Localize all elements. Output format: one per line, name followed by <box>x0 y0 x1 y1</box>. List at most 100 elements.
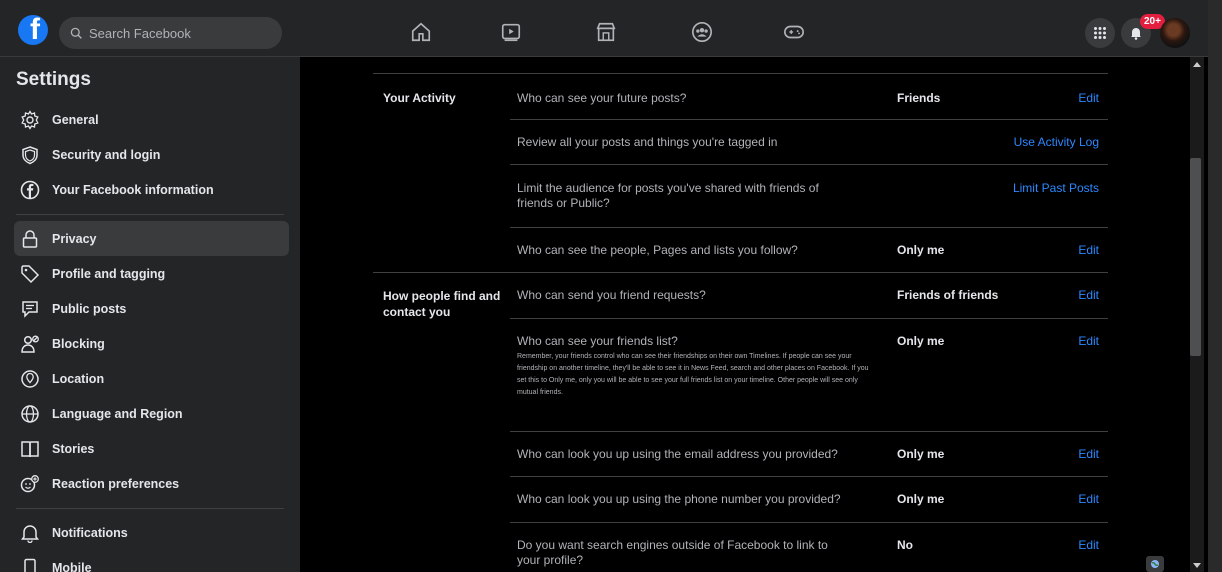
limit-past-posts-link[interactable]: Limit Past Posts <box>1013 181 1099 195</box>
setting-note: Remember, your friends control who can s… <box>517 353 869 396</box>
sidebar-divider <box>16 214 284 215</box>
edit-button[interactable]: Edit <box>1078 492 1099 506</box>
setting-value: Only me <box>897 447 945 461</box>
sidebar-item-label: Security and login <box>52 147 161 162</box>
setting-question: Who can see your future posts? <box>517 91 687 105</box>
setting-question: Who can send you friend requests? <box>517 288 706 302</box>
facebook-logo-letter: f <box>30 15 40 45</box>
setting-question-text: Who can see your friends list? <box>517 334 678 348</box>
sidebar-item-privacy[interactable]: Privacy <box>14 221 289 256</box>
sidebar-item-your-facebook-information[interactable]: Your Facebook information <box>14 172 289 207</box>
setting-question: Who can look you up using the phone numb… <box>517 492 841 506</box>
use-activity-log-link[interactable]: Use Activity Log <box>1014 135 1099 149</box>
sidebar-item-label: Your Facebook information <box>52 182 214 197</box>
sidebar-item-location[interactable]: Location <box>14 361 289 396</box>
mobile-icon <box>24 558 36 572</box>
tag-icon <box>21 264 40 283</box>
edit-button[interactable]: Edit <box>1078 447 1099 461</box>
row-divider <box>510 164 1108 165</box>
shield-icon <box>22 145 38 164</box>
sidebar-item-stories[interactable]: Stories <box>14 431 289 466</box>
facebook-icon <box>20 180 40 199</box>
edit-button[interactable]: Edit <box>1078 288 1099 302</box>
sidebar-item-label: General <box>52 112 99 127</box>
section-divider <box>373 73 1108 74</box>
section-title-find-and-contact: How people find and contact you <box>383 289 501 319</box>
sidebar-item-notifications[interactable]: Notifications <box>14 515 289 550</box>
public-posts-icon <box>22 300 38 318</box>
setting-question: Who can see the people, Pages and lists … <box>517 243 798 257</box>
privacy-settings-panel: Your Activity Who can see your future po… <box>300 57 1190 572</box>
sidebar-item-profile-and-tagging[interactable]: Profile and tagging <box>14 256 289 291</box>
scrollbar-thumb[interactable] <box>1190 158 1201 356</box>
setting-value: Friends of friends <box>897 288 999 302</box>
avatar[interactable] <box>1160 18 1190 48</box>
scroll-down-arrow-icon[interactable] <box>1193 563 1201 568</box>
sidebar-item-language-and-region[interactable]: Language and Region <box>14 396 289 431</box>
menu-grid-button[interactable] <box>1085 18 1115 48</box>
watch-icon[interactable] <box>499 21 523 43</box>
row-divider <box>510 318 1108 319</box>
sidebar-item-label: Stories <box>52 441 95 456</box>
sidebar-item-label: Location <box>52 371 105 386</box>
top-navigation-bar: f 20+ <box>0 0 1222 57</box>
sidebar-item-label: Mobile <box>52 560 92 572</box>
row-divider <box>510 522 1108 523</box>
edit-button[interactable]: Edit <box>1078 91 1099 105</box>
globe-icon[interactable] <box>1146 556 1164 572</box>
row-divider <box>510 119 1108 120</box>
settings-sidebar: Settings General Security and login Your… <box>0 57 300 572</box>
reaction-icon <box>20 474 39 492</box>
sidebar-item-public-posts[interactable]: Public posts <box>14 291 289 326</box>
sidebar-item-security[interactable]: Security and login <box>14 137 289 172</box>
bell-icon <box>21 524 39 543</box>
stories-icon <box>21 440 39 457</box>
sidebar-item-label: Language and Region <box>52 406 183 421</box>
blocking-icon <box>21 335 39 353</box>
window-scrollbar[interactable] <box>1208 0 1222 572</box>
page-title: Settings <box>16 69 91 90</box>
sidebar-item-blocking[interactable]: Blocking <box>14 326 289 361</box>
sidebar-item-label: Reaction preferences <box>52 476 180 491</box>
setting-question: Who can look you up using the email addr… <box>517 447 838 461</box>
edit-button[interactable]: Edit <box>1078 334 1099 348</box>
marketplace-icon[interactable] <box>594 21 618 43</box>
search-icon <box>70 27 82 39</box>
location-icon <box>21 369 39 388</box>
row-divider <box>510 476 1108 477</box>
sidebar-item-label: Blocking <box>52 336 105 351</box>
setting-value: Only me <box>897 243 945 257</box>
sidebar-item-label: Profile and tagging <box>52 266 166 281</box>
search-input[interactable] <box>89 25 269 41</box>
sidebar-item-label: Privacy <box>52 231 97 246</box>
edit-button[interactable]: Edit <box>1078 538 1099 552</box>
sidebar-item-label: Public posts <box>52 301 127 316</box>
setting-value: Friends <box>897 91 941 105</box>
sidebar-item-general[interactable]: General <box>14 102 289 137</box>
facebook-logo[interactable]: f <box>18 15 48 45</box>
setting-value: Only me <box>897 334 945 348</box>
section-title-your-activity: Your Activity <box>383 91 456 105</box>
setting-value: Only me <box>897 492 945 506</box>
row-divider <box>510 227 1108 228</box>
setting-question: Limit the audience for posts you've shar… <box>517 181 819 210</box>
setting-question: Do you want search engines outside of Fa… <box>517 538 828 567</box>
sidebar-item-label: Notifications <box>52 525 128 540</box>
setting-value: No <box>897 538 913 552</box>
grid-icon <box>1094 27 1106 39</box>
home-icon[interactable] <box>409 21 433 43</box>
setting-question-friends-list: Who can see your friends list? Remember,… <box>517 334 887 399</box>
bell-icon <box>1131 28 1141 40</box>
sidebar-item-mobile[interactable]: Mobile <box>14 550 289 572</box>
search-box[interactable] <box>59 17 282 49</box>
gaming-icon[interactable] <box>782 21 806 43</box>
sidebar-item-reaction-preferences[interactable]: Reaction preferences <box>14 466 289 501</box>
edit-button[interactable]: Edit <box>1078 243 1099 257</box>
gear-icon <box>21 109 39 130</box>
row-divider <box>510 431 1108 432</box>
sidebar-divider <box>16 508 284 509</box>
scroll-up-arrow-icon[interactable] <box>1193 62 1201 67</box>
section-divider <box>373 272 1108 273</box>
groups-icon[interactable] <box>690 21 714 43</box>
setting-question: Review all your posts and things you're … <box>517 135 778 149</box>
